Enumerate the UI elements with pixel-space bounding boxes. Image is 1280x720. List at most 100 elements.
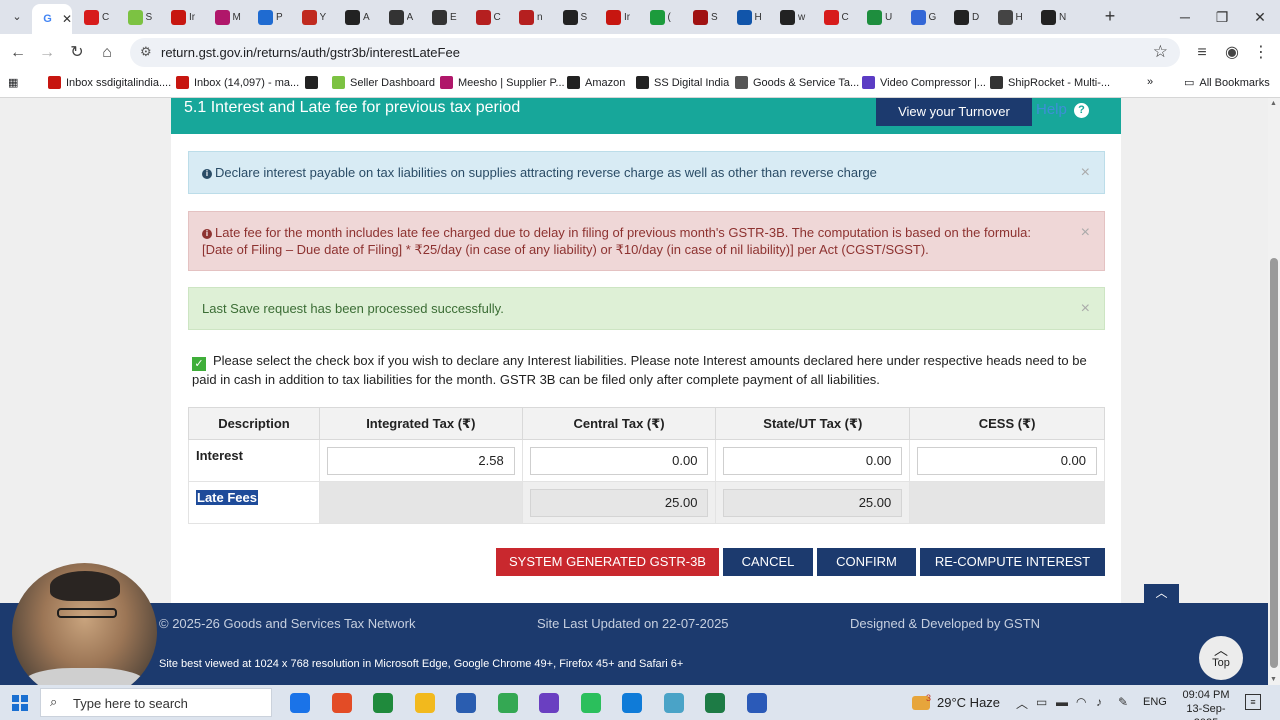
- interest-sgst-input[interactable]: [723, 446, 903, 475]
- browser-tab[interactable]: A: [385, 6, 429, 28]
- scroll-down-arrow-icon[interactable]: ▼: [1270, 676, 1277, 683]
- tray-expand-icon[interactable]: ︿: [1016, 695, 1028, 712]
- volume-icon[interactable]: ♪: [1096, 695, 1102, 709]
- browser-tab[interactable]: Y: [298, 6, 342, 28]
- taskbar-app-icon[interactable]: [663, 693, 684, 713]
- view-turnover-button[interactable]: View your Turnover: [876, 98, 1032, 126]
- close-success-alert-icon[interactable]: ×: [1081, 301, 1090, 317]
- browser-tab[interactable]: H: [994, 6, 1038, 28]
- browser-tab[interactable]: N: [1037, 6, 1081, 28]
- bookmark-item[interactable]: Goods & Service Ta...: [735, 76, 859, 89]
- scroll-thumb[interactable]: [1270, 258, 1278, 668]
- close-tab-icon[interactable]: ✕: [62, 12, 72, 26]
- bookmark-item[interactable]: Video Compressor |...: [862, 76, 986, 89]
- more-bookmarks-icon[interactable]: »: [1147, 76, 1153, 88]
- bookmark-item[interactable]: Amazon: [567, 76, 625, 89]
- page-scrollbar[interactable]: ▲ ▼: [1268, 98, 1280, 685]
- close-late-fee-alert-icon[interactable]: ×: [1081, 225, 1090, 241]
- site-info-icon[interactable]: ⚙: [140, 44, 152, 60]
- cancel-button[interactable]: CANCEL: [723, 548, 813, 576]
- browser-tab[interactable]: P: [254, 6, 298, 28]
- browser-tab[interactable]: G: [907, 6, 951, 28]
- browser-tab[interactable]: C: [820, 6, 864, 28]
- browser-tab[interactable]: M: [211, 6, 255, 28]
- url-text[interactable]: return.gst.gov.in/returns/auth/gstr3b/in…: [161, 45, 460, 60]
- browser-tab[interactable]: Ir: [167, 6, 211, 28]
- taskbar-app-icon[interactable]: [497, 693, 518, 713]
- maximize-icon[interactable]: ❐: [1207, 6, 1237, 28]
- browser-tab[interactable]: Ir: [602, 6, 646, 28]
- bookmark-item[interactable]: [305, 76, 323, 89]
- close-info-alert-icon[interactable]: ×: [1081, 165, 1090, 181]
- browser-tab[interactable]: D: [950, 6, 994, 28]
- language-indicator[interactable]: ENG: [1143, 696, 1167, 708]
- interest-cess-input[interactable]: [917, 446, 1097, 475]
- declare-interest-checkbox[interactable]: ✓: [192, 357, 206, 371]
- reload-icon[interactable]: ↻: [67, 43, 87, 63]
- browser-tab[interactable]: S: [689, 6, 733, 28]
- media-control-icon[interactable]: ≡: [1192, 43, 1212, 63]
- taskbar-app-icon[interactable]: [622, 693, 642, 713]
- tab-title: U: [885, 11, 893, 23]
- bookmark-item[interactable]: Seller Dashboard: [332, 76, 435, 89]
- profile-avatar-icon[interactable]: ◉: [1222, 43, 1242, 63]
- scroll-up-arrow-icon[interactable]: ▲: [1270, 100, 1277, 107]
- battery-icon[interactable]: ▬: [1056, 695, 1068, 709]
- close-window-icon[interactable]: ✕: [1245, 6, 1275, 28]
- wifi-icon[interactable]: ◠: [1076, 695, 1086, 709]
- bookmark-star-icon[interactable]: ☆: [1153, 42, 1168, 62]
- tray-app-icon[interactable]: ▭: [1036, 695, 1047, 709]
- back-arrow-icon[interactable]: ←: [8, 43, 28, 63]
- confirm-button[interactable]: CONFIRM: [817, 548, 916, 576]
- back-to-top-button[interactable]: ︿ Top: [1199, 636, 1243, 680]
- taskbar-app-icon[interactable]: [580, 693, 601, 713]
- bookmark-item[interactable]: Meesho | Supplier P...: [440, 76, 565, 89]
- browser-tab[interactable]: w: [776, 6, 820, 28]
- apps-grid-icon[interactable]: ▦: [8, 76, 18, 89]
- taskbar-app-icon[interactable]: [539, 693, 559, 713]
- scroll-up-chevron-icon[interactable]: ︿: [1144, 584, 1179, 603]
- taskbar-app-icon[interactable]: [705, 693, 725, 713]
- taskbar-app-icon[interactable]: [373, 693, 393, 713]
- chrome-menu-icon[interactable]: ⋮: [1251, 43, 1271, 63]
- taskbar-app-icon[interactable]: [746, 693, 767, 713]
- taskbar-app-icon[interactable]: [331, 693, 352, 713]
- taskbar-app-icon[interactable]: [290, 693, 310, 713]
- forward-arrow-icon[interactable]: →: [37, 43, 57, 63]
- home-icon[interactable]: ⌂: [97, 43, 117, 63]
- taskbar-search[interactable]: ⌕ Type here to search: [40, 688, 272, 717]
- notification-center-icon[interactable]: ≡: [1245, 694, 1261, 710]
- browser-tab[interactable]: E: [428, 6, 472, 28]
- help-link[interactable]: Help: [1036, 101, 1067, 118]
- interest-cgst-input[interactable]: [529, 446, 709, 475]
- bookmark-item[interactable]: SS Digital India: [636, 76, 729, 89]
- bookmark-item[interactable]: ShipRocket - Multi-...: [990, 76, 1110, 89]
- system-generated-gstr3b-button[interactable]: SYSTEM GENERATED GSTR-3B: [496, 548, 719, 576]
- new-tab-plus-icon[interactable]: +: [1100, 6, 1120, 26]
- browser-tab[interactable]: U: [863, 6, 907, 28]
- tab-search-chevron-icon[interactable]: ⌄: [6, 7, 28, 27]
- browser-tab[interactable]: n: [515, 6, 559, 28]
- browser-tab[interactable]: C: [80, 6, 124, 28]
- omnibox[interactable]: ⚙ return.gst.gov.in/returns/auth/gstr3b/…: [130, 38, 1180, 67]
- browser-tab[interactable]: A: [341, 6, 385, 28]
- minimize-icon[interactable]: ─: [1170, 6, 1200, 28]
- windows-start-icon[interactable]: [12, 695, 28, 711]
- taskbar-app-icon[interactable]: [456, 693, 476, 713]
- pen-icon[interactable]: ✎: [1118, 695, 1128, 709]
- system-clock[interactable]: 09:04 PM 13-Sep-2025: [1178, 688, 1234, 720]
- active-tab[interactable]: G ✕: [32, 4, 72, 34]
- help-question-icon[interactable]: ?: [1074, 103, 1089, 118]
- taskbar-app-icon[interactable]: [414, 693, 435, 713]
- weather-widget[interactable]: 3 29°C Haze: [912, 693, 1000, 710]
- bookmark-item[interactable]: Inbox ssdigitalindia....: [48, 76, 171, 89]
- browser-tab[interactable]: S: [124, 6, 168, 28]
- browser-tab[interactable]: C: [472, 6, 516, 28]
- all-bookmarks[interactable]: ▭ All Bookmarks: [1184, 76, 1270, 90]
- interest-igst-input[interactable]: [326, 446, 515, 475]
- bookmark-item[interactable]: Inbox (14,097) - ma...: [176, 76, 299, 89]
- browser-tab[interactable]: S: [559, 6, 603, 28]
- recompute-interest-button[interactable]: RE-COMPUTE INTEREST: [920, 548, 1105, 576]
- browser-tab[interactable]: (: [646, 6, 690, 28]
- browser-tab[interactable]: H: [733, 6, 777, 28]
